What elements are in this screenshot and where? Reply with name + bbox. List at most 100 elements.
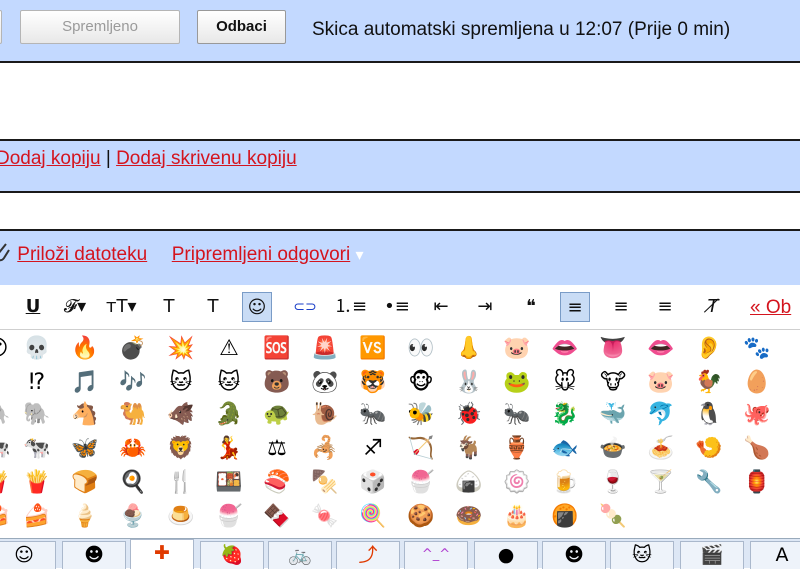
emoji-item[interactable]: 🦁 (166, 434, 196, 464)
tab-clapper[interactable]: 🎬 (680, 541, 744, 569)
emoji-item[interactable]: 🐼 (310, 368, 340, 398)
emoji-item[interactable]: 🏹 (406, 434, 436, 464)
emoji-item[interactable]: 🍲 (598, 434, 628, 464)
emoji-item[interactable]: 🔥 (70, 334, 100, 364)
emoji-item[interactable]: 🍺 (550, 468, 580, 498)
emoji-item[interactable]: 🍩 (454, 502, 484, 532)
emoji-item[interactable]: 🦂 (310, 434, 340, 464)
emoji-item[interactable]: 🐱 (214, 368, 244, 398)
emoji-item[interactable]: 🐄 (22, 434, 52, 464)
tab-symbols[interactable]: ✚ (130, 539, 194, 569)
emoji-item[interactable]: 🐌 (310, 400, 340, 430)
emoji-item[interactable]: 🎵 (70, 368, 100, 398)
highlight-button[interactable]: T (198, 292, 228, 322)
send-button[interactable] (0, 10, 2, 44)
emoji-item[interactable]: 🐫 (118, 400, 148, 430)
tab-emoticons[interactable]: ☻ (542, 541, 606, 569)
emoji-item[interactable]: 💀 (22, 334, 52, 364)
emoji-item[interactable]: 🍟 (0, 468, 12, 498)
chevron-down-icon[interactable]: ▾ (356, 247, 364, 264)
emoji-item[interactable]: 🍫 (262, 502, 292, 532)
emoji-item[interactable]: 💃 (214, 434, 244, 464)
emoji-item[interactable]: 👂 (694, 334, 724, 364)
emoji-item[interactable]: 🔧 (694, 468, 724, 498)
attach-file-link[interactable]: Priloži datoteku (17, 244, 147, 265)
emoji-item[interactable]: 🐗 (166, 400, 196, 430)
emoji-item[interactable]: 🍙 (454, 468, 484, 498)
add-bcc-link[interactable]: Dodaj skrivenu kopiju (116, 148, 297, 169)
emoji-item[interactable]: ❗ (0, 368, 12, 398)
emoji-item[interactable]: 🎂 (502, 502, 532, 532)
emoji-item[interactable]: 🐧 (694, 400, 724, 430)
emoji-button[interactable]: ☺ (242, 292, 272, 322)
emoji-item[interactable]: 🍡 (598, 502, 628, 532)
emoji-item[interactable]: 🐭 (550, 368, 580, 398)
tab-circle[interactable]: ● (474, 541, 538, 569)
emoji-item[interactable]: 🐬 (646, 400, 676, 430)
emoji-item[interactable]: 🐳 (598, 400, 628, 430)
emoji-item[interactable]: 👅 (598, 334, 628, 364)
underline-button[interactable]: U (18, 292, 48, 322)
emoji-item[interactable]: 🍧 (406, 468, 436, 498)
align-center-button[interactable]: ≡ (606, 292, 636, 322)
emoji-item[interactable]: 🏮 (742, 468, 772, 498)
emoji-item[interactable]: 🐷 (502, 334, 532, 364)
emoji-item[interactable]: 🐜 (502, 400, 532, 430)
emoji-item[interactable]: 🐯 (358, 368, 388, 398)
emoji-item[interactable]: 🐴 (70, 400, 100, 430)
emoji-item[interactable]: 🎶 (118, 368, 148, 398)
emoji-item[interactable]: 👀 (406, 334, 436, 364)
emoji-item[interactable]: 🐮 (598, 368, 628, 398)
emoji-item[interactable]: 🎲 (358, 468, 388, 498)
plain-text-link[interactable]: « Ob (750, 297, 791, 319)
emoji-item[interactable]: 🚨 (310, 334, 340, 364)
emoji-item[interactable]: 🐢 (262, 400, 292, 430)
emoji-item[interactable]: 🍟 (22, 468, 52, 498)
emoji-item[interactable]: 🍨 (118, 502, 148, 532)
emoji-item[interactable]: 🐝 (406, 400, 436, 430)
emoji-item[interactable]: ⚠ (214, 334, 244, 364)
emoji-item[interactable]: 🍷 (598, 468, 628, 498)
emoji-item[interactable]: 🐓 (694, 368, 724, 398)
text-color-button[interactable]: T (154, 292, 184, 322)
emoji-item[interactable]: 🏺 (502, 434, 532, 464)
emoji-item[interactable]: 🐻 (262, 368, 292, 398)
emoji-item[interactable]: 🍧 (214, 502, 244, 532)
tab-faces[interactable]: ☻ (62, 541, 126, 569)
subject-field[interactable] (0, 193, 800, 231)
emoji-item[interactable]: 🆚 (358, 334, 388, 364)
emoji-item[interactable]: 🐞 (454, 400, 484, 430)
tab-arrows[interactable]: ⤴ (336, 541, 400, 569)
link-button[interactable]: ⊂⊃ (290, 292, 320, 322)
tab-food[interactable]: 🍓 (200, 541, 264, 569)
emoji-item[interactable]: 🐜 (358, 400, 388, 430)
emoji-item[interactable]: 🐾 (742, 334, 772, 364)
align-left-button[interactable]: ≡ (560, 292, 590, 322)
emoji-item[interactable]: 🍰 (0, 502, 12, 532)
emoji-item[interactable]: 🐙 (742, 400, 772, 430)
emoji-item[interactable]: 🍪 (406, 502, 436, 532)
emoji-item[interactable]: 🍥 (502, 468, 532, 498)
emoji-item[interactable]: 🍤 (694, 434, 724, 464)
emoji-item[interactable]: 🦋 (70, 434, 100, 464)
indent-button[interactable]: ⇥ (470, 292, 500, 322)
emoji-item[interactable]: 🆘 (262, 334, 292, 364)
numbered-list-button[interactable]: ⒈≡ (334, 292, 367, 322)
discard-button[interactable]: Odbaci (197, 10, 286, 44)
emoji-item[interactable]: 💣 (118, 334, 148, 364)
tab-text[interactable]: A (750, 541, 800, 569)
emoji-item[interactable]: 🐰 (454, 368, 484, 398)
emoji-item[interactable]: 🐸 (502, 368, 532, 398)
font-button[interactable]: 𝓕▾ (60, 292, 90, 322)
emoji-item[interactable]: 🐄 (0, 434, 12, 464)
tab-transport[interactable]: 🚲 (268, 541, 332, 569)
emoji-item[interactable]: 🐟 (550, 434, 580, 464)
emoji-item[interactable]: 🦀 (118, 434, 148, 464)
tab-smileys[interactable]: ☺ (0, 541, 56, 569)
emoji-item[interactable]: 🍘 (550, 502, 580, 532)
emoji-item[interactable]: 🍰 (22, 502, 52, 532)
emoji-item[interactable]: 👄 (646, 334, 676, 364)
emoji-item[interactable]: 🍗 (742, 434, 772, 464)
emoji-item[interactable]: 🍣 (262, 468, 292, 498)
emoji-item[interactable]: 🍞 (70, 468, 100, 498)
